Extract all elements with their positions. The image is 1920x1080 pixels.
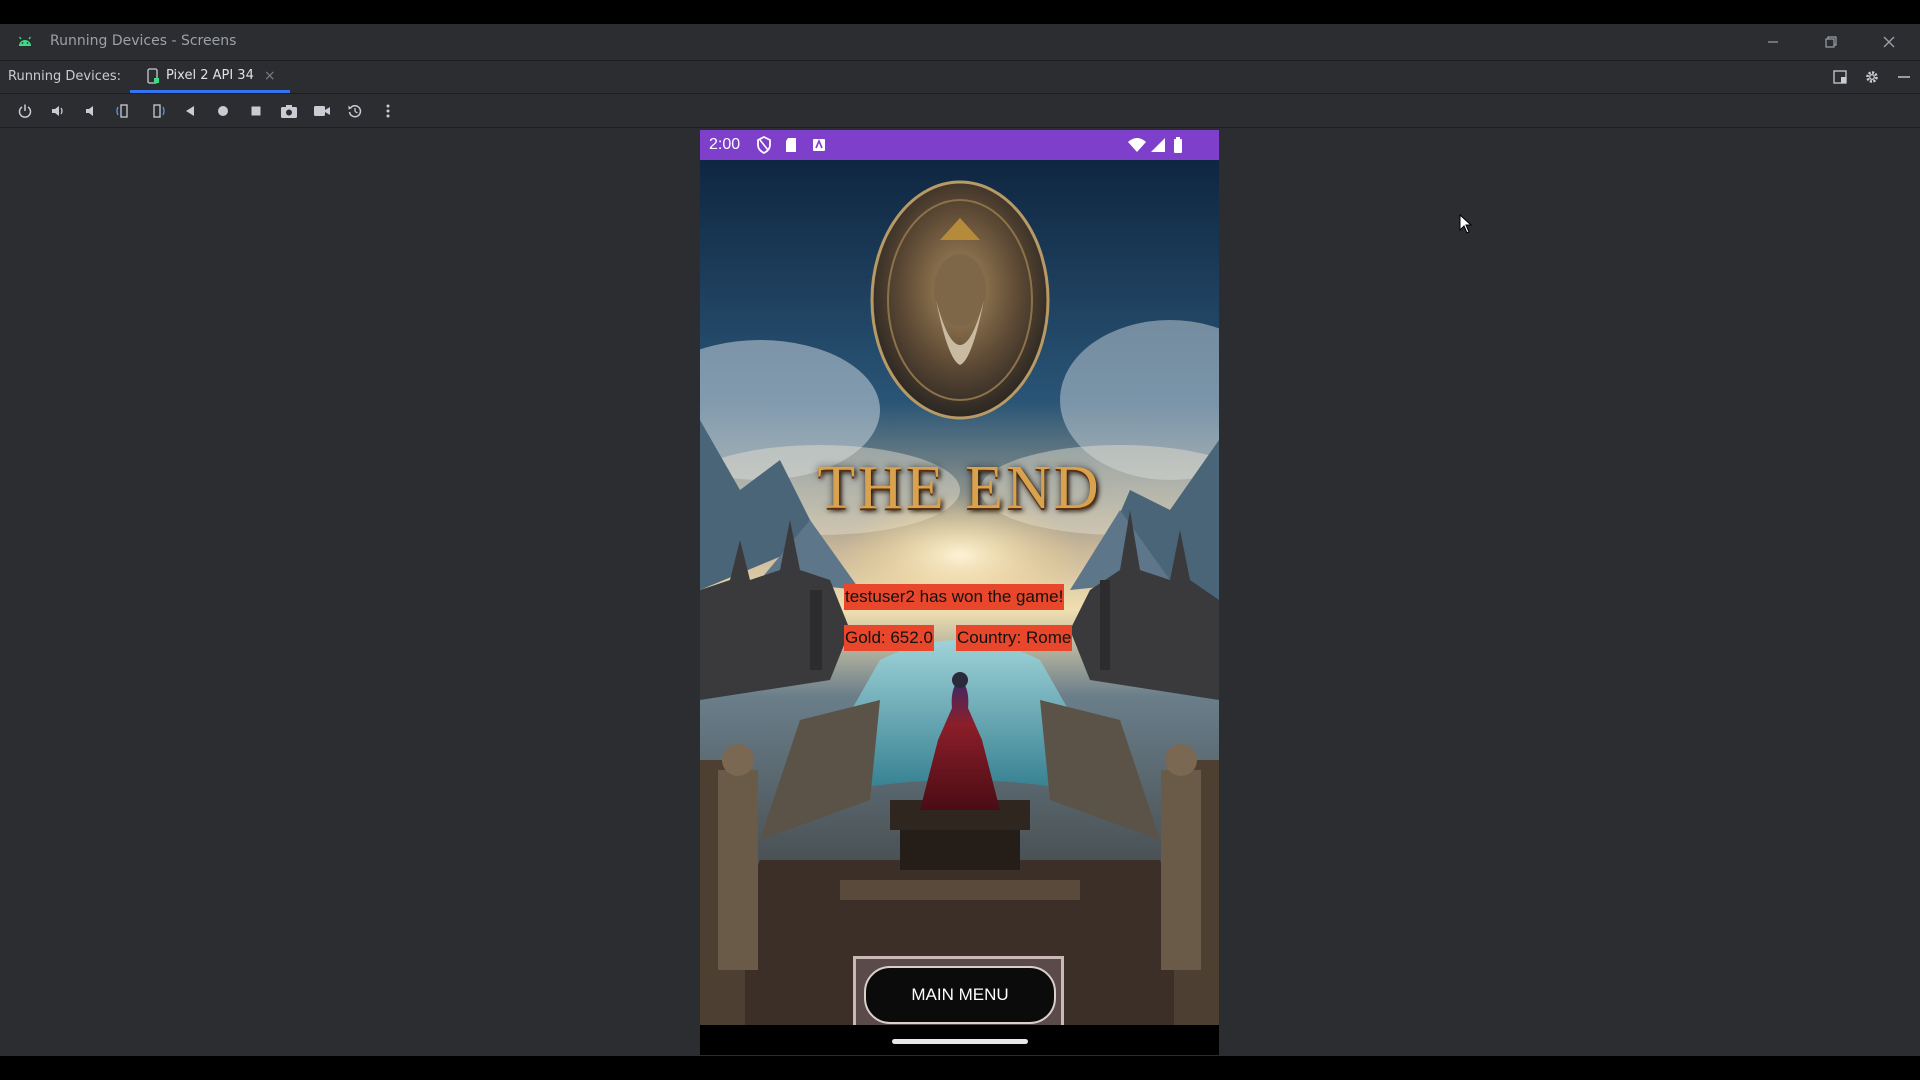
- tab-label: Pixel 2 API 34: [166, 68, 254, 83]
- volume-down-button[interactable]: [74, 94, 107, 128]
- reset-icon: [348, 104, 361, 117]
- tabs-bar-actions: [1824, 61, 1920, 93]
- title-bar: Running Devices - Screens: [0, 24, 1920, 61]
- android-nav-bar: [700, 1025, 1219, 1055]
- gold-banner: Gold: 652.0: [844, 625, 934, 651]
- running-devices-label: Running Devices:: [8, 69, 122, 84]
- sd-card-icon: [786, 138, 796, 152]
- volume-down-icon: [85, 105, 93, 116]
- winner-banner: testuser2 has won the game!: [844, 584, 1065, 610]
- rotate-right-button[interactable]: [140, 94, 173, 128]
- end-title: THE END: [817, 454, 1102, 522]
- shield-icon: [757, 136, 771, 154]
- rotate-right-icon: [152, 103, 165, 118]
- window-title: Running Devices - Screens: [50, 33, 237, 49]
- country-banner: Country: Rome: [956, 625, 1073, 651]
- status-time: 2:00: [709, 136, 741, 153]
- screenshot-button[interactable]: [272, 94, 305, 128]
- battery-icon: [1174, 137, 1182, 153]
- home-icon: [217, 105, 228, 116]
- screenshot-icon: [280, 104, 297, 118]
- overview-icon: [251, 106, 260, 115]
- wifi-icon: [1128, 138, 1146, 152]
- device-display-area: 2:00 THE END testuser2 has won the game!…: [0, 129, 1920, 1056]
- emulator-screen[interactable]: 2:00 THE END testuser2 has won the game!…: [700, 130, 1219, 1055]
- more-icon: [386, 104, 389, 117]
- game-end-screen: THE END testuser2 has won the game! Gold…: [700, 160, 1219, 1025]
- reset-button[interactable]: [338, 94, 371, 128]
- volume-up-button[interactable]: [41, 94, 74, 128]
- mouse-cursor-icon: [1459, 214, 1473, 234]
- more-options-button[interactable]: [371, 94, 404, 128]
- minimize-window-button[interactable]: [1744, 24, 1802, 60]
- back-button[interactable]: [173, 94, 206, 128]
- device-icon: [147, 67, 159, 84]
- keyboard-icon: [813, 138, 825, 151]
- gesture-handle[interactable]: [892, 1039, 1028, 1044]
- android-studio-icon: [18, 36, 32, 46]
- ide-window: Running Devices - Screens Running Device…: [0, 24, 1920, 1056]
- settings-button[interactable]: [1856, 69, 1888, 85]
- hide-panel-button[interactable]: [1888, 69, 1920, 85]
- restore-icon: [1825, 36, 1837, 48]
- power-icon: [18, 104, 31, 118]
- device-toolbar: [0, 94, 1920, 128]
- rotate-left-icon: [115, 103, 128, 118]
- volume-up-icon: [51, 105, 63, 116]
- minimize-icon: [1898, 76, 1910, 78]
- tab-close-icon[interactable]: ×: [264, 68, 276, 84]
- restore-window-button[interactable]: [1802, 24, 1860, 60]
- rotate-left-button[interactable]: [107, 94, 140, 128]
- signal-icon: [1151, 138, 1165, 152]
- overview-button[interactable]: [239, 94, 272, 128]
- back-icon: [185, 105, 194, 116]
- minimize-icon: [1768, 41, 1778, 43]
- screen-record-button[interactable]: [305, 94, 338, 128]
- gear-icon: [1866, 71, 1878, 83]
- record-icon: [313, 105, 330, 116]
- main-menu-button[interactable]: MAIN MENU: [864, 966, 1056, 1024]
- power-button[interactable]: [8, 94, 41, 128]
- home-button[interactable]: [206, 94, 239, 128]
- layout-icon: [1833, 70, 1847, 84]
- close-icon: [1883, 36, 1895, 48]
- running-devices-tabs-bar: Running Devices: Pixel 2 API 34 ×: [0, 61, 1920, 94]
- screen-top-border: [0, 0, 1920, 24]
- layout-button[interactable]: [1824, 69, 1856, 85]
- close-window-button[interactable]: [1860, 24, 1918, 60]
- screen-bottom-border: [0, 1056, 1920, 1080]
- tab-pixel-2-api-34[interactable]: Pixel 2 API 34 ×: [130, 61, 290, 93]
- android-status-bar: 2:00: [700, 130, 1219, 160]
